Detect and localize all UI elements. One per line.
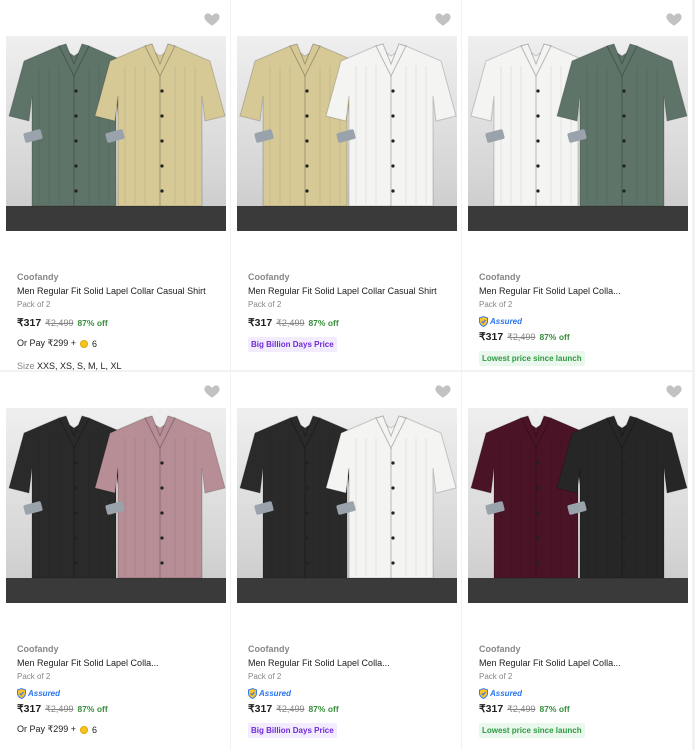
- product-discount: 87% off: [539, 332, 570, 342]
- product-photo: [6, 415, 226, 603]
- product-price: ₹317: [248, 317, 273, 329]
- heart-icon[interactable]: [434, 10, 452, 28]
- product-discount: 87% off: [77, 704, 108, 714]
- product-title[interactable]: Men Regular Fit Solid Lapel Colla...: [479, 285, 684, 297]
- product-image[interactable]: [468, 408, 688, 603]
- lowest-price-badge: Lowest price since launch: [479, 723, 585, 738]
- or-pay-row: Or Pay ₹299 + 6: [17, 338, 222, 349]
- heart-icon[interactable]: [203, 382, 221, 400]
- size-row: Size XXS, XS, S, M, L, XL: [17, 361, 222, 371]
- product-card[interactable]: Coofandy Men Regular Fit Solid Lapel Col…: [231, 372, 461, 750]
- product-price: ₹317: [248, 703, 273, 715]
- supercoin-icon: [80, 725, 89, 734]
- product-brand: Coofandy: [479, 272, 521, 282]
- assured-label: Assured: [28, 688, 61, 698]
- product-title[interactable]: Men Regular Fit Solid Lapel Colla...: [479, 657, 684, 669]
- product-mrp: ₹2,499: [45, 704, 74, 714]
- product-pack: Pack of 2: [248, 300, 282, 309]
- assured-label: Assured: [490, 316, 523, 326]
- or-pay-row: Or Pay ₹299 + 6: [17, 724, 222, 735]
- heart-icon[interactable]: [434, 382, 452, 400]
- assured-badge: Assured: [17, 687, 222, 699]
- heart-icon[interactable]: [203, 10, 221, 28]
- product-image[interactable]: [6, 408, 226, 603]
- size-values: XXS, XS, S, M, L, XL: [37, 361, 122, 371]
- product-mrp: ₹2,499: [507, 704, 536, 714]
- product-pack: Pack of 2: [479, 672, 513, 681]
- product-discount: 87% off: [77, 318, 108, 328]
- lowest-price-badge: Lowest price since launch: [479, 351, 585, 366]
- assured-label: Assured: [490, 688, 523, 698]
- product-card[interactable]: Coofandy Men Regular Fit Solid Lapel Col…: [0, 0, 230, 371]
- product-image[interactable]: [468, 36, 688, 231]
- product-price: ₹317: [17, 317, 42, 329]
- assured-shield-icon: [17, 687, 26, 699]
- product-mrp: ₹2,499: [276, 704, 305, 714]
- heart-icon[interactable]: [665, 10, 683, 28]
- product-card[interactable]: Coofandy Men Regular Fit Solid Lapel Col…: [231, 0, 461, 370]
- supercoin-icon: [80, 339, 89, 348]
- heart-icon[interactable]: [665, 382, 683, 400]
- product-photo: [237, 415, 457, 603]
- product-price: ₹317: [479, 331, 504, 343]
- product-discount: 87% off: [308, 318, 339, 328]
- assured-shield-icon: [479, 687, 488, 699]
- product-pack: Pack of 2: [17, 672, 51, 681]
- product-pack: Pack of 2: [479, 300, 513, 309]
- product-title[interactable]: Men Regular Fit Solid Lapel Collar Casua…: [248, 285, 453, 297]
- product-pack: Pack of 2: [248, 672, 282, 681]
- or-pay-text: Or Pay ₹299 +: [17, 724, 77, 734]
- product-discount: 87% off: [539, 704, 570, 714]
- assured-badge: Assured: [248, 687, 453, 699]
- product-photo: [6, 43, 226, 231]
- product-title[interactable]: Men Regular Fit Solid Lapel Colla...: [17, 657, 222, 669]
- product-price: ₹317: [479, 703, 504, 715]
- product-photo: [237, 43, 457, 231]
- assured-badge: Assured: [479, 687, 684, 699]
- product-mrp: ₹2,499: [507, 332, 536, 342]
- product-card[interactable]: Coofandy Men Regular Fit Solid Lapel Col…: [462, 372, 692, 750]
- product-brand: Coofandy: [17, 272, 59, 282]
- product-title[interactable]: Men Regular Fit Solid Lapel Colla...: [248, 657, 453, 669]
- assured-shield-icon: [479, 315, 488, 327]
- assured-label: Assured: [259, 688, 292, 698]
- big-billion-days-badge: Big Billion Days Price: [248, 337, 337, 352]
- product-card[interactable]: Coofandy Men Regular Fit Solid Lapel Col…: [0, 372, 230, 750]
- product-image[interactable]: [6, 36, 226, 231]
- or-pay-coins: 6: [92, 338, 98, 349]
- product-photo: [468, 43, 688, 231]
- product-mrp: ₹2,499: [276, 318, 305, 328]
- big-billion-days-badge: Big Billion Days Price: [248, 723, 337, 738]
- product-title[interactable]: Men Regular Fit Solid Lapel Collar Casua…: [17, 285, 222, 297]
- product-brand: Coofandy: [17, 644, 59, 654]
- product-discount: 87% off: [308, 704, 339, 714]
- product-pack: Pack of 2: [17, 300, 51, 309]
- or-pay-text: Or Pay ₹299 +: [17, 338, 77, 348]
- product-brand: Coofandy: [248, 644, 290, 654]
- product-grid: Coofandy Men Regular Fit Solid Lapel Col…: [0, 0, 695, 750]
- assured-badge: Assured: [479, 315, 684, 327]
- size-label: Size: [17, 361, 35, 371]
- product-photo: [468, 415, 688, 603]
- assured-shield-icon: [248, 687, 257, 699]
- product-card[interactable]: Coofandy Men Regular Fit Solid Lapel Col…: [462, 0, 692, 370]
- or-pay-coins: 6: [92, 724, 98, 735]
- product-brand: Coofandy: [479, 644, 521, 654]
- product-mrp: ₹2,499: [45, 318, 74, 328]
- product-price: ₹317: [17, 703, 42, 715]
- product-image[interactable]: [237, 36, 457, 231]
- product-brand: Coofandy: [248, 272, 290, 282]
- product-image[interactable]: [237, 408, 457, 603]
